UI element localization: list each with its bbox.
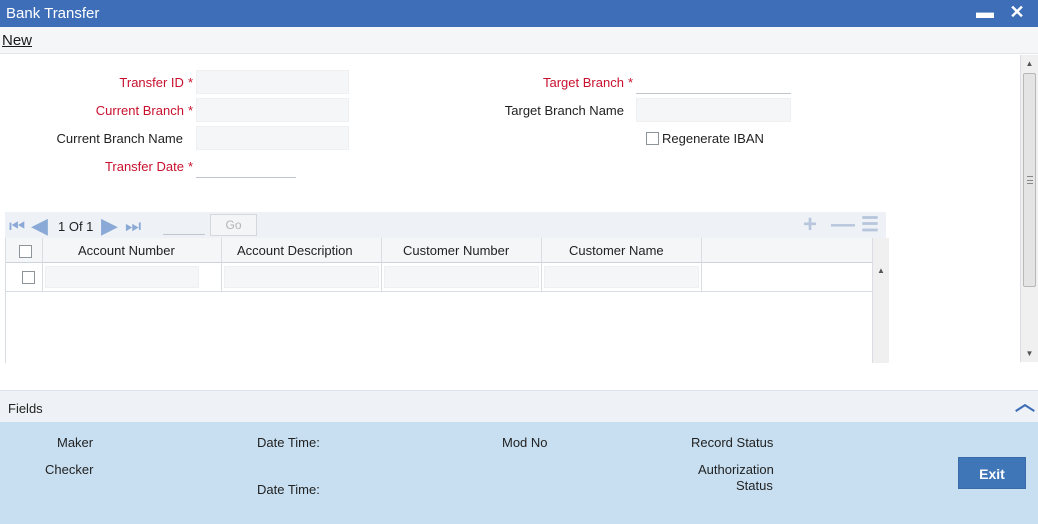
close-icon[interactable]: ✕ (1007, 0, 1027, 24)
authorization-status-label-line1: Authorization (698, 462, 774, 477)
add-row-icon[interactable]: + (803, 213, 817, 237)
column-header-label: Customer Number (403, 243, 510, 258)
first-page-icon[interactable]: ⏮ (9, 216, 25, 236)
table-row (6, 263, 872, 292)
grip-icon (1027, 176, 1033, 184)
exit-button[interactable]: Exit (958, 457, 1026, 489)
record-status-label: Record Status (691, 435, 774, 450)
grid-scrollbar[interactable]: ▲ (872, 238, 889, 363)
transfer-date-label: Transfer Date * (104, 159, 193, 174)
chevron-up-icon[interactable]: ︿ (1012, 391, 1038, 417)
account-description-input[interactable] (224, 266, 379, 288)
page-scrollbar[interactable]: ▲ ▼ (1020, 55, 1038, 362)
current-branch-input[interactable] (196, 98, 349, 122)
target-branch-label: Target Branch * (543, 75, 633, 90)
customer-number-input[interactable] (384, 266, 539, 288)
fields-bar: Fields ︿ (0, 390, 1038, 422)
checker-label: Checker (45, 462, 94, 477)
minimize-icon[interactable]: ▬ (975, 0, 995, 24)
delete-row-icon[interactable]: — (831, 213, 855, 237)
account-number-input[interactable] (45, 266, 199, 288)
customer-name-input[interactable] (544, 266, 699, 288)
row-checkbox[interactable] (22, 271, 35, 284)
column-header-label: Account Description (237, 243, 353, 258)
window-title: Bank Transfer (6, 5, 100, 22)
grid-pager: ⏮ ◀ 1 Of 1 ▶ ⏭ Go + — ☰ (5, 212, 886, 238)
select-all-column (6, 238, 43, 263)
account-description-cell (222, 263, 382, 292)
current-branch-label: Current Branch * (95, 103, 193, 118)
column-account-description[interactable]: Account Description (222, 238, 382, 263)
column-header-label: Account Number (78, 243, 175, 258)
column-customer-name[interactable]: Customer Name (542, 238, 702, 263)
view-rows-icon[interactable]: ☰ (861, 213, 879, 237)
scroll-up-icon[interactable]: ▲ (1021, 57, 1038, 71)
checker-date-time-label: Date Time: (257, 482, 320, 497)
customer-number-cell (382, 263, 542, 292)
fields-label: Fields (8, 401, 43, 416)
go-button[interactable]: Go (210, 214, 257, 236)
transfer-id-label: Transfer ID * (119, 75, 193, 90)
previous-page-icon[interactable]: ◀ (31, 215, 48, 237)
grid-scroll-up-icon[interactable]: ▲ (873, 265, 889, 277)
transfer-id-input[interactable] (196, 70, 349, 94)
scroll-down-icon[interactable]: ▼ (1021, 347, 1038, 361)
current-branch-name-label: Current Branch Name (56, 131, 183, 146)
select-all-checkbox[interactable] (19, 245, 32, 258)
mod-no-label: Mod No (502, 435, 548, 450)
current-branch-name-input[interactable] (196, 126, 349, 150)
maker-label: Maker (57, 435, 94, 450)
audit-panel: Maker Checker Date Time: Date Time: Mod … (0, 422, 1038, 524)
column-account-number[interactable]: Account Number (43, 238, 222, 263)
column-header-label: Customer Name (569, 243, 664, 258)
target-branch-input[interactable] (636, 70, 791, 94)
column-customer-number[interactable]: Customer Number (382, 238, 542, 263)
accounts-grid: Account Number Account Description Custo… (5, 238, 889, 363)
page-number-input[interactable] (163, 215, 205, 235)
new-link[interactable]: New (2, 32, 32, 49)
maker-date-time-label: Date Time: (257, 435, 320, 450)
last-page-icon[interactable]: ⏭ (125, 216, 141, 236)
customer-name-cell (542, 263, 702, 292)
transfer-date-input[interactable] (196, 154, 296, 178)
target-branch-name-label: Target Branch Name (504, 103, 624, 118)
menu-bar: New (0, 27, 1038, 54)
window-title-bar: Bank Transfer ▬ ✕ (0, 0, 1038, 27)
row-select-cell (6, 263, 43, 292)
target-branch-name-input[interactable] (636, 98, 791, 122)
page-indicator: 1 Of 1 (58, 219, 94, 234)
regenerate-iban-label: Regenerate IBAN (662, 131, 764, 146)
next-page-icon[interactable]: ▶ (101, 215, 118, 237)
grid-header: Account Number Account Description Custo… (6, 238, 872, 263)
account-number-cell (43, 263, 222, 292)
regenerate-iban-checkbox[interactable] (646, 132, 659, 145)
scrollbar-thumb[interactable] (1023, 73, 1036, 287)
authorization-status-label-line2: Status (736, 478, 773, 493)
